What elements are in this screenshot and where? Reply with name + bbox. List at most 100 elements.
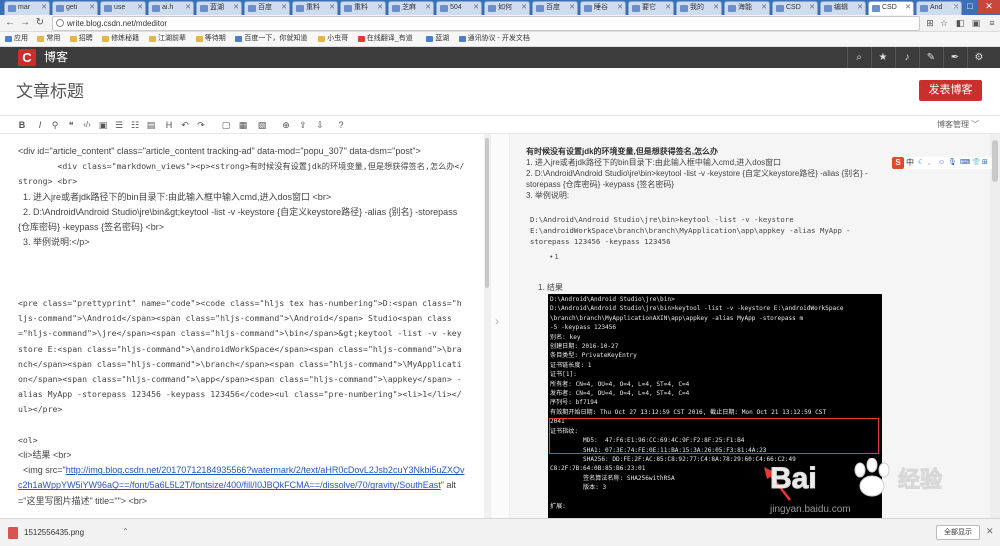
close-tab-icon[interactable]: ✕ [905, 2, 911, 14]
close-tab-icon[interactable]: ✕ [425, 2, 431, 14]
browser-tab[interactable]: 如何 ✕ [484, 1, 530, 15]
browser-tab[interactable]: 重料 ✕ [340, 1, 386, 15]
sogou-logo-icon[interactable]: S [892, 157, 904, 169]
chevron-up-icon[interactable]: ⌃ [122, 527, 129, 536]
bookmark-item[interactable]: 常用 [36, 32, 60, 46]
browser-tab[interactable]: CSD ✕ [868, 1, 914, 15]
html-icon[interactable]: ⊕ [280, 119, 292, 131]
source-line[interactable] [18, 418, 466, 433]
ime-toolbar[interactable]: S 中 ☾ , ☺ 🎙 ⌨ 👕 ⊞ [892, 157, 992, 169]
heading-icon[interactable]: H [163, 119, 175, 131]
source-line[interactable]: 1. 进入jre或者jdk路径下的bin目录下:由此输入框中输入cmd,进入do… [18, 190, 466, 205]
browser-tab[interactable]: ai.h ✕ [148, 1, 194, 15]
preview-icon[interactable]: ▧ [256, 119, 268, 131]
unordered-list-icon[interactable]: ☷ [129, 119, 141, 131]
upload-icon[interactable]: ⇪ [297, 119, 309, 131]
ime-language[interactable]: 中 [906, 157, 914, 169]
extension-icon[interactable]: ◧ [954, 17, 966, 29]
source-text[interactable]: <div id="article_content" class="article… [18, 144, 466, 509]
browser-tab[interactable]: 重料 ✕ [292, 1, 338, 15]
close-tab-icon[interactable]: ✕ [41, 2, 47, 14]
gear-icon[interactable]: ⚙ [967, 47, 990, 68]
star-icon[interactable]: ★ [871, 47, 894, 68]
maximize-icon[interactable]: □ [962, 0, 978, 13]
code-icon[interactable]: ‹/› [81, 119, 93, 131]
moon-icon[interactable]: ☾ [918, 157, 924, 169]
source-line[interactable] [18, 266, 466, 281]
mic-icon[interactable]: 🎙 [948, 157, 957, 169]
close-tab-icon[interactable]: ✕ [233, 2, 239, 14]
close-tab-icon[interactable]: ✕ [761, 2, 767, 14]
grid-icon[interactable]: ⊞ [982, 157, 988, 169]
back-icon[interactable]: ← [3, 16, 17, 30]
source-line[interactable]: 3. 举例说明:</p> [18, 235, 466, 250]
source-line[interactable] [18, 281, 466, 296]
browser-tab[interactable]: use ✕ [100, 1, 146, 15]
search-icon[interactable]: ⌕ [847, 47, 870, 68]
source-line[interactable]: <li>结果 <br> [18, 448, 466, 463]
help-icon[interactable]: ? [335, 119, 347, 131]
keyboard-icon[interactable]: ⌨ [960, 157, 970, 169]
browser-tab[interactable]: 蓝湖 ✕ [196, 1, 242, 15]
source-line[interactable]: <ol> [18, 433, 466, 448]
source-line[interactable] [18, 250, 466, 265]
close-tab-icon[interactable]: ✕ [521, 2, 527, 14]
url-input[interactable]: write.blog.csdn.net/mdeditor [52, 16, 920, 31]
bookmark-item[interactable]: 蓝湖 [425, 32, 449, 46]
close-tab-icon[interactable]: ✕ [473, 2, 479, 14]
close-tab-icon[interactable]: ✕ [185, 2, 191, 14]
browser-tab[interactable]: 编辑 ✕ [820, 1, 866, 15]
browser-tab[interactable]: 芝麻 ✕ [388, 1, 434, 15]
reload-icon[interactable]: ↻ [33, 16, 47, 30]
source-line[interactable]: <pre class="prettyprint" name="code"><co… [18, 296, 466, 418]
chevron-right-icon[interactable]: › [495, 314, 499, 328]
close-tab-icon[interactable]: ✕ [857, 2, 863, 14]
italic-icon[interactable]: I [34, 119, 46, 131]
close-tab-icon[interactable]: ✕ [137, 2, 143, 14]
csdn-logo[interactable]: C [18, 49, 36, 66]
translate-icon[interactable]: ⊞ [924, 17, 936, 29]
toc-icon[interactable]: ▢ [220, 119, 232, 131]
bold-icon[interactable]: B [16, 119, 28, 131]
scroll-thumb[interactable] [485, 138, 489, 288]
image-icon[interactable]: ▣ [97, 119, 109, 131]
browser-tab[interactable]: 海能 ✕ [724, 1, 770, 15]
browser-tab[interactable]: CSD ✕ [772, 1, 818, 15]
bookmark-star-icon[interactable]: ☆ [938, 17, 950, 29]
undo-icon[interactable]: ↶ [179, 119, 191, 131]
close-tab-icon[interactable]: ✕ [617, 2, 623, 14]
emoji-icon[interactable]: ☺ [938, 157, 945, 169]
pen-icon[interactable]: ✒ [943, 47, 966, 68]
image-url-link[interactable]: http://img.blog.csdn.net/201707121849355… [18, 465, 464, 490]
menu-icon[interactable]: ≡ [986, 17, 998, 29]
blog-manage-menu[interactable]: 博客管理 ﹀ [937, 119, 979, 131]
close-tab-icon[interactable]: ✕ [89, 2, 95, 14]
bookmark-item[interactable]: 江湖前辈 [148, 32, 186, 46]
close-tab-icon[interactable]: ✕ [713, 2, 719, 14]
close-icon[interactable]: ✕ [986, 526, 994, 537]
minimize-icon[interactable]: – [946, 0, 962, 13]
info-icon[interactable] [56, 19, 64, 27]
table-icon[interactable]: ▤ [145, 119, 157, 131]
close-tab-icon[interactable]: ✕ [329, 2, 335, 14]
markdown-source-pane[interactable]: <div id="article_content" class="article… [0, 134, 490, 518]
publish-button[interactable]: 发表博客 [919, 80, 982, 101]
link-icon[interactable]: ⚲ [49, 119, 61, 131]
skin-icon[interactable]: 👕 [972, 157, 981, 169]
browser-tab[interactable]: mar ✕ [4, 1, 50, 15]
redo-icon[interactable]: ↷ [195, 119, 207, 131]
download-item[interactable]: 1512556435.png [8, 525, 118, 541]
close-tab-icon[interactable]: ✕ [377, 2, 383, 14]
bookmark-item[interactable]: 招聘 [69, 32, 93, 46]
edit-icon[interactable]: ✎ [919, 47, 942, 68]
bookmark-item[interactable]: 通讯协议 - 开发文档 [458, 32, 530, 46]
browser-tab[interactable]: 睡谷 ✕ [580, 1, 626, 15]
source-line[interactable]: <div id="article_content" class="article… [18, 144, 466, 159]
close-window-icon[interactable]: ✕ [978, 0, 1000, 13]
quote-icon[interactable]: ❝ [65, 119, 77, 131]
bookmark-item[interactable]: 在线翻译_有道 [357, 32, 413, 46]
download-icon[interactable]: ⇩ [314, 119, 326, 131]
browser-tab[interactable]: 504 ✕ [436, 1, 482, 15]
browser-tab[interactable]: 百度 ✕ [532, 1, 578, 15]
source-line[interactable]: <img src="http://img.blog.csdn.net/20170… [18, 463, 466, 509]
